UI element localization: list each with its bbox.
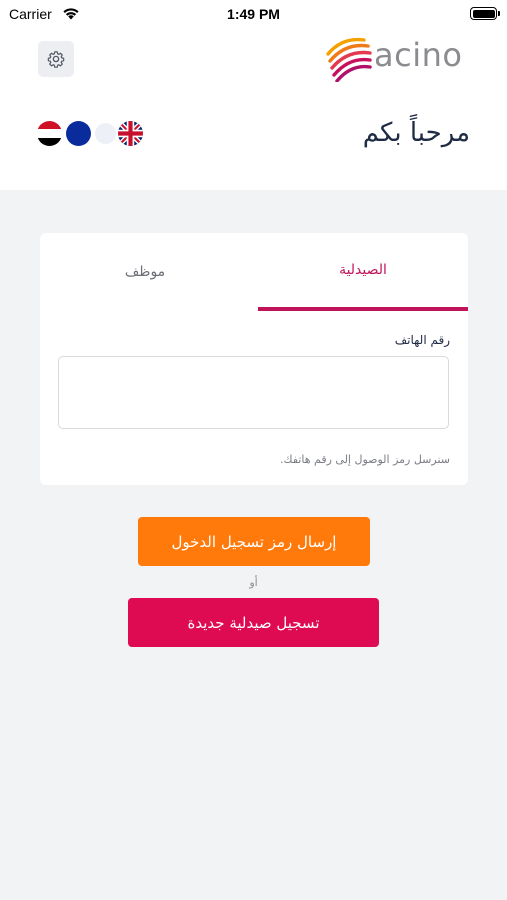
phone-label: رقم الهاتف <box>394 333 450 347</box>
gear-icon <box>47 51 65 68</box>
phone-hint: سنرسل رمز الوصول إلى رقم هاتفك. <box>279 453 450 466</box>
egypt-flag-icon[interactable] <box>37 121 62 146</box>
login-card: الصيدلية موظف رقم الهاتف سنرسل رمز الوصو… <box>40 233 468 485</box>
send-login-code-button[interactable]: إرسال رمز تسجيل الدخول <box>138 517 370 566</box>
settings-button[interactable] <box>38 41 74 77</box>
blank-flag-icon <box>95 123 116 144</box>
clock: 1:49 PM <box>227 6 280 22</box>
acino-logo: acino <box>324 36 469 84</box>
logo-text: acino <box>374 36 463 74</box>
phone-input[interactable] <box>58 356 449 429</box>
eu-flag-icon[interactable] <box>66 121 91 146</box>
battery-icon <box>470 7 500 20</box>
acino-logo-mark-icon <box>326 37 372 82</box>
uk-flag-icon[interactable] <box>118 121 143 146</box>
welcome-title: مرحباً بكم <box>362 118 470 148</box>
or-separator: أو <box>249 576 258 589</box>
register-pharmacy-button[interactable]: تسجيل صيدلية جديدة <box>128 598 379 647</box>
tab-employee[interactable]: موظف <box>40 233 250 311</box>
header: acino مرحباً بكم <box>0 30 507 190</box>
status-bar: Carrier 1:49 PM <box>0 0 507 30</box>
language-switcher <box>37 121 147 147</box>
tab-pharmacy[interactable]: الصيدلية <box>258 233 468 311</box>
